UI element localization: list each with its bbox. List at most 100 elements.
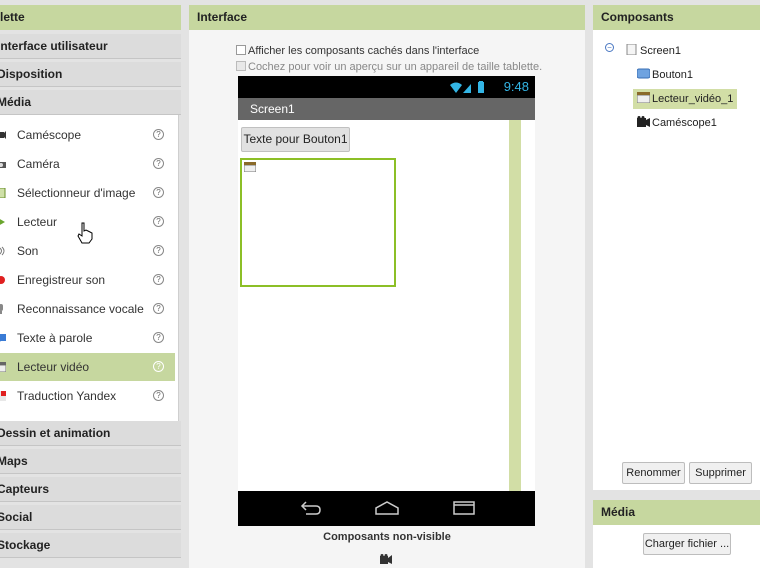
- category-interface-utilisateur[interactable]: Interface utilisateur: [0, 34, 181, 59]
- palette-item-lecteur-video[interactable]: Lecteur vidéo ?: [0, 353, 175, 381]
- category-social[interactable]: Social: [0, 505, 181, 530]
- palette-item-label: Caméscope: [17, 128, 82, 142]
- camcorder-icon: [637, 116, 650, 127]
- phone-preview: 9:48 Screen1 Texte pour Bouton1: [238, 76, 535, 526]
- button-icon: [637, 68, 650, 79]
- image-picker-icon: [0, 188, 6, 198]
- screen-icon: [626, 44, 637, 55]
- category-disposition[interactable]: Disposition: [0, 62, 181, 87]
- tablet-preview-row: Cochez pour voir un aperçu sur un appare…: [236, 61, 542, 73]
- palette-item-label: Reconnaissance vocale: [17, 302, 144, 316]
- tree-node-label: Bouton1: [652, 69, 693, 81]
- tree-node-camescope1[interactable]: Caméscope1: [637, 113, 717, 133]
- palette-item-label: Traduction Yandex: [17, 389, 117, 403]
- category-label: Interface utilisateur: [0, 39, 108, 53]
- upload-file-button[interactable]: Charger fichier ...: [643, 533, 731, 555]
- recent-apps-icon[interactable]: [452, 500, 476, 516]
- help-icon[interactable]: ?: [153, 332, 164, 343]
- sound-recorder-icon: [0, 276, 5, 284]
- help-icon[interactable]: ?: [153, 129, 164, 140]
- tree-node-label: Screen1: [640, 45, 681, 57]
- tree-node-lecteur-video-1[interactable]: Lecteur_vidéo_1: [633, 89, 738, 109]
- hand-cursor-icon: [77, 222, 93, 244]
- category-label: Stockage: [0, 538, 51, 552]
- show-hidden-label: Afficher les composants cachés dans l'in…: [248, 45, 480, 57]
- category-label: Capteurs: [0, 482, 50, 496]
- video-player-icon: [244, 162, 256, 172]
- video-player-icon: [637, 92, 650, 103]
- interface-panel: Interface Afficher les composants cachés…: [189, 5, 585, 568]
- palette-item-label: Lecteur vidéo: [17, 360, 90, 374]
- category-dessin-animation[interactable]: Dessin et animation: [0, 421, 181, 446]
- camcorder-icon[interactable]: [379, 554, 393, 564]
- speech-recognizer-icon: [0, 304, 3, 314]
- help-icon[interactable]: ?: [153, 390, 164, 401]
- palette-item-camescope[interactable]: Caméscope ?: [0, 121, 175, 149]
- category-label: Maps: [0, 454, 28, 468]
- help-icon[interactable]: ?: [153, 303, 164, 314]
- media-panel: Média Charger fichier ...: [593, 500, 760, 568]
- help-icon[interactable]: ?: [153, 187, 164, 198]
- show-hidden-checkbox[interactable]: [236, 45, 246, 55]
- components-header: Composants: [593, 5, 760, 30]
- show-hidden-row: Afficher les composants cachés dans l'in…: [236, 45, 479, 57]
- help-icon[interactable]: ?: [153, 216, 164, 227]
- category-label: Social: [0, 510, 33, 524]
- screen-canvas[interactable]: Texte pour Bouton1: [238, 120, 535, 491]
- collapse-toggle-icon[interactable]: −: [605, 43, 614, 52]
- palette-item-texte-a-parole[interactable]: Texte à parole ?: [0, 324, 175, 352]
- category-media[interactable]: Média: [0, 90, 181, 115]
- category-label: Média: [0, 95, 32, 109]
- rename-button[interactable]: Renommer: [622, 462, 685, 484]
- palette-item-label: Son: [17, 244, 39, 258]
- tablet-preview-checkbox[interactable]: [236, 61, 246, 71]
- palette-item-enregistreur-son[interactable]: Enregistreur son ?: [0, 266, 175, 294]
- palette-item-label: Texte à parole: [17, 331, 93, 345]
- palette-panel: lette Interface utilisateur Disposition …: [0, 5, 181, 568]
- palette-item-label: Caméra: [17, 157, 60, 171]
- back-icon[interactable]: [298, 500, 322, 516]
- interface-header: Interface: [189, 5, 585, 30]
- bouton1-preview[interactable]: Texte pour Bouton1: [241, 127, 350, 152]
- palette-item-camera[interactable]: Caméra ?: [0, 150, 175, 178]
- nonvisible-components-label: Composants non-visible: [323, 531, 451, 543]
- camera-icon: [0, 162, 6, 168]
- tree-node-screen1[interactable]: Screen1: [625, 41, 681, 61]
- text-to-speech-icon: [0, 334, 6, 342]
- sound-icon: [0, 246, 5, 256]
- category-label: Disposition: [0, 67, 63, 81]
- home-icon[interactable]: [374, 500, 400, 516]
- tree-node-label: Lecteur_vidéo_1: [652, 93, 734, 105]
- category-stockage[interactable]: Stockage: [0, 533, 181, 558]
- wifi-signal-battery-icon: [450, 81, 484, 93]
- tablet-preview-label: Cochez pour voir un aperçu sur un appare…: [248, 61, 543, 73]
- status-time: 9:48: [503, 79, 529, 94]
- help-icon[interactable]: ?: [153, 245, 164, 256]
- palette-item-image-picker[interactable]: Sélectionneur d'image ?: [0, 179, 175, 207]
- components-panel: Composants − Screen1 Bouton1 Lecteur_vid…: [593, 5, 760, 490]
- status-bar: 9:48: [238, 76, 535, 98]
- category-capteurs[interactable]: Capteurs: [0, 477, 181, 502]
- video-player-icon: [0, 362, 6, 372]
- media-header: Média: [593, 500, 760, 525]
- tree-node-bouton1[interactable]: Bouton1: [637, 65, 693, 85]
- delete-button[interactable]: Supprimer: [689, 462, 752, 484]
- category-label: Dessin et animation: [0, 426, 111, 440]
- category-maps[interactable]: Maps: [0, 449, 181, 474]
- camcorder-icon: [0, 131, 6, 139]
- yandex-translate-icon: [0, 391, 6, 401]
- palette-item-traduction-yandex[interactable]: Traduction Yandex ?: [0, 382, 175, 410]
- screen-title-bar: Screen1: [238, 98, 535, 120]
- android-nav-bar: [238, 491, 535, 526]
- help-icon[interactable]: ?: [153, 274, 164, 285]
- help-icon[interactable]: ?: [153, 361, 164, 372]
- palette-item-label: Enregistreur son: [17, 273, 106, 287]
- media-component-list: Caméscope ? Caméra ? Sélectionneur d'ima…: [0, 115, 179, 421]
- palette-item-reconnaissance-vocale[interactable]: Reconnaissance vocale ?: [0, 295, 175, 323]
- player-icon: [0, 219, 5, 225]
- video-player-preview[interactable]: [240, 158, 396, 287]
- palette-item-label: Sélectionneur d'image: [17, 186, 136, 200]
- screen-scrollbar[interactable]: [509, 120, 521, 491]
- help-icon[interactable]: ?: [153, 158, 164, 169]
- palette-header: lette: [0, 5, 181, 30]
